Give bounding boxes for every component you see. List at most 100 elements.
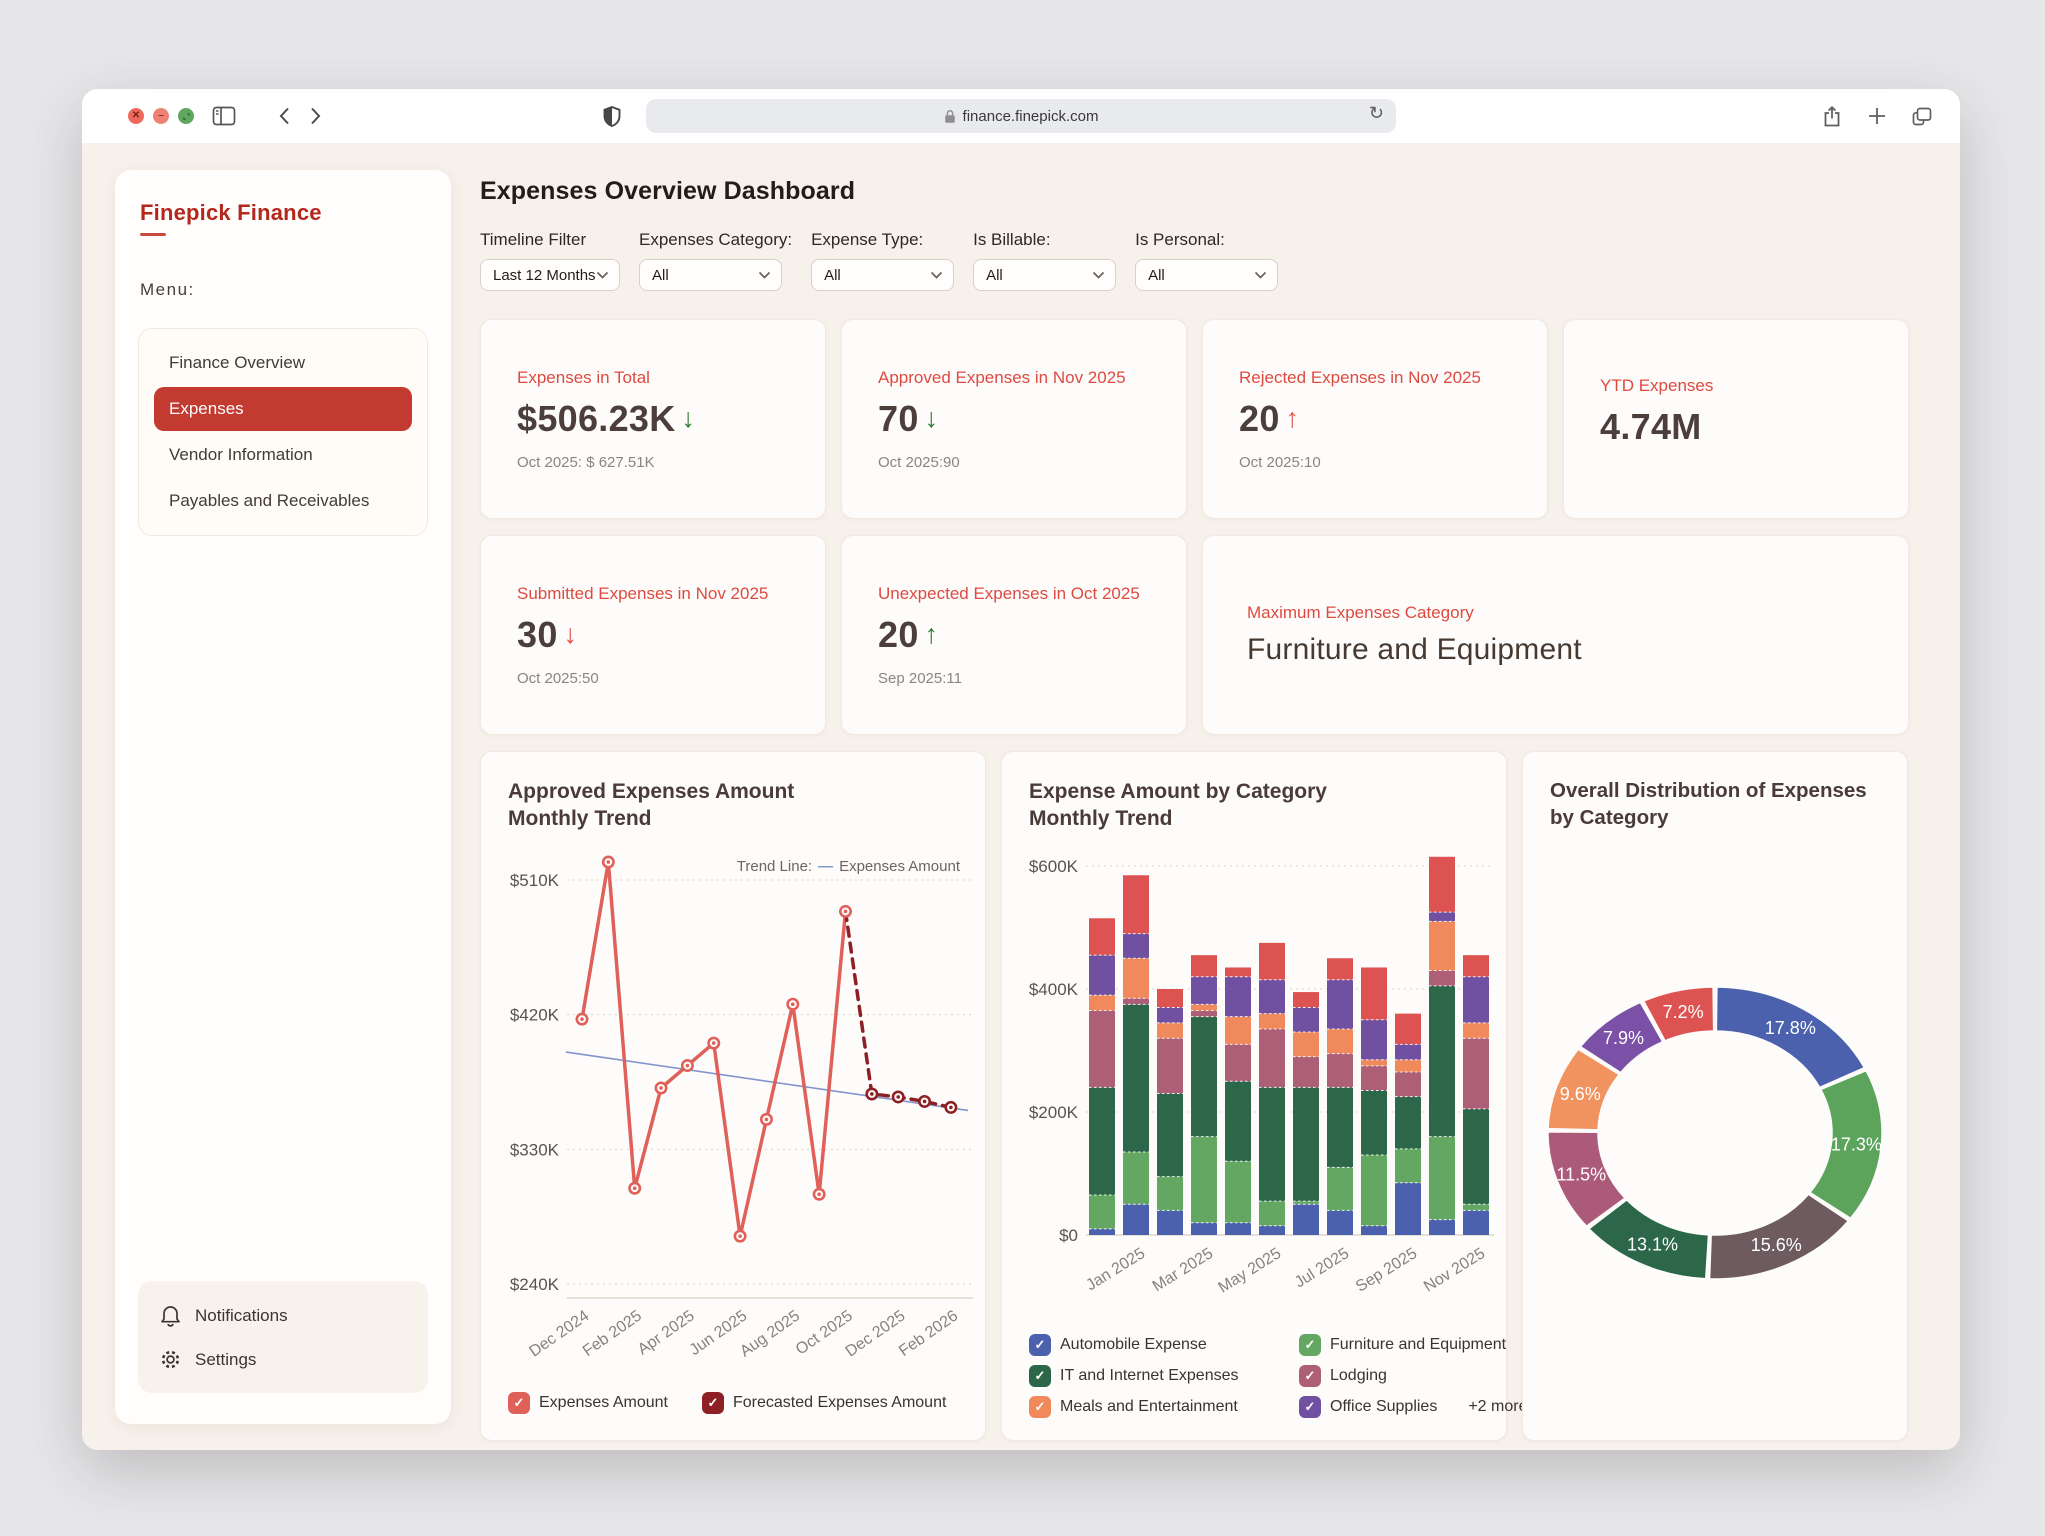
filter-label: Expense Type: [811,230,954,250]
svg-text:11.5%: 11.5% [1556,1165,1606,1185]
is-billable-select[interactable]: All [973,259,1116,291]
privacy-shield-button[interactable] [598,103,626,129]
legend-checkbox-icon[interactable]: ✓ [1029,1334,1051,1356]
address-bar[interactable]: finance.finepick.com ↻ [646,99,1396,133]
zoom-button[interactable] [178,108,194,124]
minimize-button[interactable]: – [153,108,169,124]
legend-label: Office Supplies [1330,1398,1437,1416]
kpi-subtext: Sep 2025:11 [878,670,1150,687]
select-value: All [652,267,669,284]
tab-overview-button[interactable] [1908,103,1936,129]
timeline-filter-group: Timeline Filter Last 12 Months [480,230,620,291]
lock-icon [944,109,956,124]
new-tab-button[interactable] [1863,103,1891,129]
chevron-left-icon [279,107,290,125]
sidebar-item-vendor-information[interactable]: Vendor Information [154,433,412,477]
kpi-grid: Expenses in Total$506.23K↓Oct 2025: $ 62… [480,319,1909,735]
is-personal-group: Is Personal: All [1135,230,1278,291]
page-title: Expenses Overview Dashboard [480,177,1909,206]
legend-checkbox-icon[interactable]: ✓ [1299,1396,1321,1418]
kpi-title: Approved Expenses in Nov 2025 [878,368,1150,388]
forward-button[interactable] [301,103,329,129]
select-value: All [1148,267,1165,284]
kpi-value-row: 20↑ [878,614,1150,656]
sidebar-item-finance-overview[interactable]: Finance Overview [154,341,412,385]
legend-checkbox-icon[interactable]: ✓ [702,1392,724,1414]
is-personal-select[interactable]: All [1135,259,1278,291]
svg-text:Feb 2025: Feb 2025 [580,1307,645,1360]
sidebar-item-expenses[interactable]: Expenses [154,387,412,431]
kpi-value: 4.74M [1600,406,1702,448]
shield-icon [603,106,621,127]
desktop-background: ✕ – [0,0,2045,1536]
kpi-title: Unexpected Expenses in Oct 2025 [878,584,1150,604]
svg-text:Feb 2026: Feb 2026 [896,1307,961,1360]
legend-label: Automobile Expense [1060,1336,1207,1354]
expense-type-select[interactable]: All [811,259,954,291]
trend-up-arrow-icon: ↑ [1286,403,1300,434]
svg-text:$400K: $400K [1029,980,1079,999]
sidebar-item-payables-and-receivables[interactable]: Payables and Receivables [154,479,412,523]
timeline-filter-select[interactable]: Last 12 Months [480,259,620,291]
select-value: All [824,267,841,284]
filter-label: Timeline Filter [480,230,620,250]
kpi-subtext: Oct 2025: $ 627.51K [517,454,789,471]
tabs-icon [1912,107,1932,126]
close-button[interactable]: ✕ [128,108,144,124]
trend-down-arrow-icon: ↓ [925,403,939,434]
fullscreen-icon [182,112,191,121]
legend-label: Furniture and Equipment [1330,1336,1506,1354]
expenses-category-select[interactable]: All [639,259,782,291]
select-value: All [986,267,1003,284]
sidebar-item-settings[interactable]: Settings [146,1338,420,1381]
browser-toolbar: ✕ – [82,89,1960,143]
legend-item-automobile-expense: ✓ Automobile Expense [1029,1334,1281,1356]
is-billable-group: Is Billable:All [973,230,1116,291]
bell-icon [160,1304,181,1327]
legend-item-it-and-internet-expenses: ✓ IT and Internet Expenses [1029,1365,1281,1387]
legend-checkbox-icon[interactable]: ✓ [508,1392,530,1414]
chevron-down-icon [596,271,609,279]
legend-item-furniture-and-equipment: ✓ Furniture and Equipment [1299,1334,1527,1356]
svg-text:9.6%: 9.6% [1560,1084,1601,1104]
sidebar-item-notifications[interactable]: Notifications [146,1293,420,1338]
legend-label: IT and Internet Expenses [1060,1367,1238,1385]
svg-text:Nov 2025: Nov 2025 [1421,1245,1488,1296]
sidebar: Finepick Finance Menu: Finance OverviewE… [115,170,451,1424]
kpi-value: 20 [878,614,919,656]
legend-item-forecasted-expenses-amount: ✓Forecasted Expenses Amount [702,1392,946,1414]
svg-text:$0: $0 [1059,1226,1078,1245]
share-button[interactable] [1818,103,1846,129]
svg-text:$330K: $330K [510,1140,560,1159]
window-controls: ✕ – [128,108,194,124]
legend-checkbox-icon[interactable]: ✓ [1299,1365,1321,1387]
kpi-card-expenses-in-total: Expenses in Total$506.23K↓Oct 2025: $ 62… [480,319,826,519]
svg-text:Dec 2024: Dec 2024 [526,1307,592,1360]
brand-underline [140,233,166,236]
svg-text:17.8%: 17.8% [1765,1018,1816,1038]
svg-text:Apr 2025: Apr 2025 [635,1307,698,1358]
sidebar-toggle-button[interactable] [210,103,238,129]
filter-label: Is Personal: [1135,230,1278,250]
legend-label: Meals and Entertainment [1060,1398,1238,1416]
back-button[interactable] [270,103,298,129]
legend-checkbox-icon[interactable]: ✓ [1299,1334,1321,1356]
svg-text:Mar 2025: Mar 2025 [1150,1245,1216,1295]
kpi-value: 20 [1239,398,1280,440]
toolbar-right-buttons [1818,103,1936,129]
refresh-icon[interactable]: ↻ [1369,103,1384,124]
line-chart-legend: ✓Expenses Amount✓Forecasted Expenses Amo… [508,1392,946,1414]
kpi-card-rejected-expenses-in-nov-2025: Rejected Expenses in Nov 202520↑Oct 2025… [1202,319,1548,519]
svg-text:$200K: $200K [1029,1103,1079,1122]
donut-chart-card: Overall Distribution of Expenses by Cate… [1522,751,1908,1441]
svg-text:Jan 2025: Jan 2025 [1083,1245,1148,1294]
kpi-value-row: 30↓ [517,614,789,656]
legend-checkbox-icon[interactable]: ✓ [1029,1365,1051,1387]
legend-checkbox-icon[interactable]: ✓ [1029,1396,1051,1418]
kpi-card-ytd-expenses: YTD Expenses4.74M [1563,319,1909,519]
plus-icon [1868,107,1886,125]
kpi-subtext: Oct 2025:90 [878,454,1150,471]
footer-item-label: Notifications [195,1306,288,1326]
svg-text:7.2%: 7.2% [1663,1002,1704,1022]
kpi-title: Expenses in Total [517,368,789,388]
